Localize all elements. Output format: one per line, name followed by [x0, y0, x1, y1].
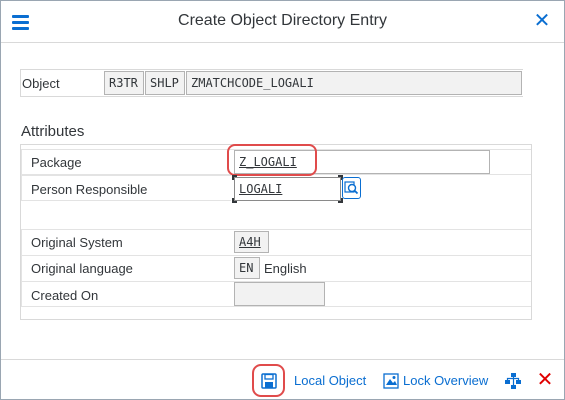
created-on-field [234, 282, 325, 306]
lock-overview-icon[interactable] [383, 373, 399, 389]
save-highlight [252, 364, 285, 397]
original-system-field: A4H [234, 231, 269, 253]
value-help-icon[interactable] [342, 177, 361, 199]
lock-overview-button[interactable]: Lock Overview [403, 370, 488, 392]
cancel-icon[interactable]: ✕ [536, 370, 554, 390]
focus-corner-tl [232, 175, 237, 180]
local-object-button[interactable]: Local Object [294, 370, 366, 392]
package-label: Package [31, 155, 82, 170]
close-icon[interactable]: ✕ [532, 11, 552, 31]
person-responsible-value: LOGALI [239, 182, 283, 196]
object-name-field: ZMATCHCODE_LOGALI [186, 71, 522, 95]
original-language-text: English [264, 261, 307, 276]
object-type-field: SHLP [145, 71, 185, 95]
dialog-title: Create Object Directory Entry [178, 12, 387, 29]
person-responsible-label: Person Responsible [31, 182, 148, 197]
attributes-title: Attributes [21, 123, 85, 140]
title-bar: Create Object Directory Entry ✕ [1, 1, 564, 43]
person-responsible-input[interactable]: LOGALI [234, 177, 341, 201]
hierarchy-icon[interactable] [504, 372, 522, 390]
focus-corner-br [338, 198, 343, 203]
focus-corner-bl [232, 198, 237, 203]
footer-toolbar: Local Object Lock Overview ✕ [1, 359, 564, 399]
original-system-value: A4H [239, 235, 261, 249]
package-highlight [227, 144, 317, 176]
object-label: Object [22, 76, 60, 91]
created-on-label: Created On [31, 288, 99, 303]
original-system-label: Original System [31, 235, 123, 250]
dialog: Create Object Directory Entry ✕ Object R… [0, 0, 565, 400]
original-language-code-field: EN [234, 257, 260, 279]
original-language-label: Original language [31, 261, 133, 276]
object-pgmid-field: R3TR [104, 71, 144, 95]
